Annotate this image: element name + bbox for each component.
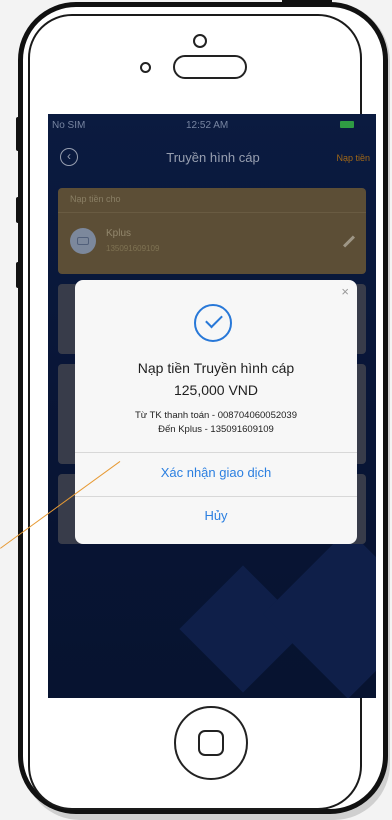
sensor-icon	[140, 62, 151, 73]
dialog-divider	[75, 496, 357, 497]
camera-icon	[193, 34, 207, 48]
home-button[interactable]	[174, 706, 248, 780]
phone-screen: No SIM 12:52 AM ‹ Truyền hình cáp Nạp ti…	[48, 114, 376, 698]
dialog-amount: 125,000 VND	[173, 382, 259, 398]
to-account-line: Đến Kplus - 135091609109	[158, 424, 274, 435]
cancel-button[interactable]: Hủy	[75, 508, 357, 523]
dialog-title: Nạp tiền Truyền hình cáp	[137, 360, 295, 376]
confirm-transaction-button[interactable]: Xác nhận giao dịch	[75, 465, 357, 480]
confirm-dialog: × Nạp tiền Truyền hình cáp 125,000 VND T…	[75, 280, 357, 544]
speaker-grille	[173, 55, 247, 79]
check-circle-icon	[194, 304, 232, 342]
close-icon[interactable]: ×	[341, 284, 349, 299]
dialog-divider	[75, 452, 357, 453]
from-account-line: Từ TK thanh toán - 008704060052039	[134, 410, 297, 421]
home-square-icon	[198, 730, 224, 756]
